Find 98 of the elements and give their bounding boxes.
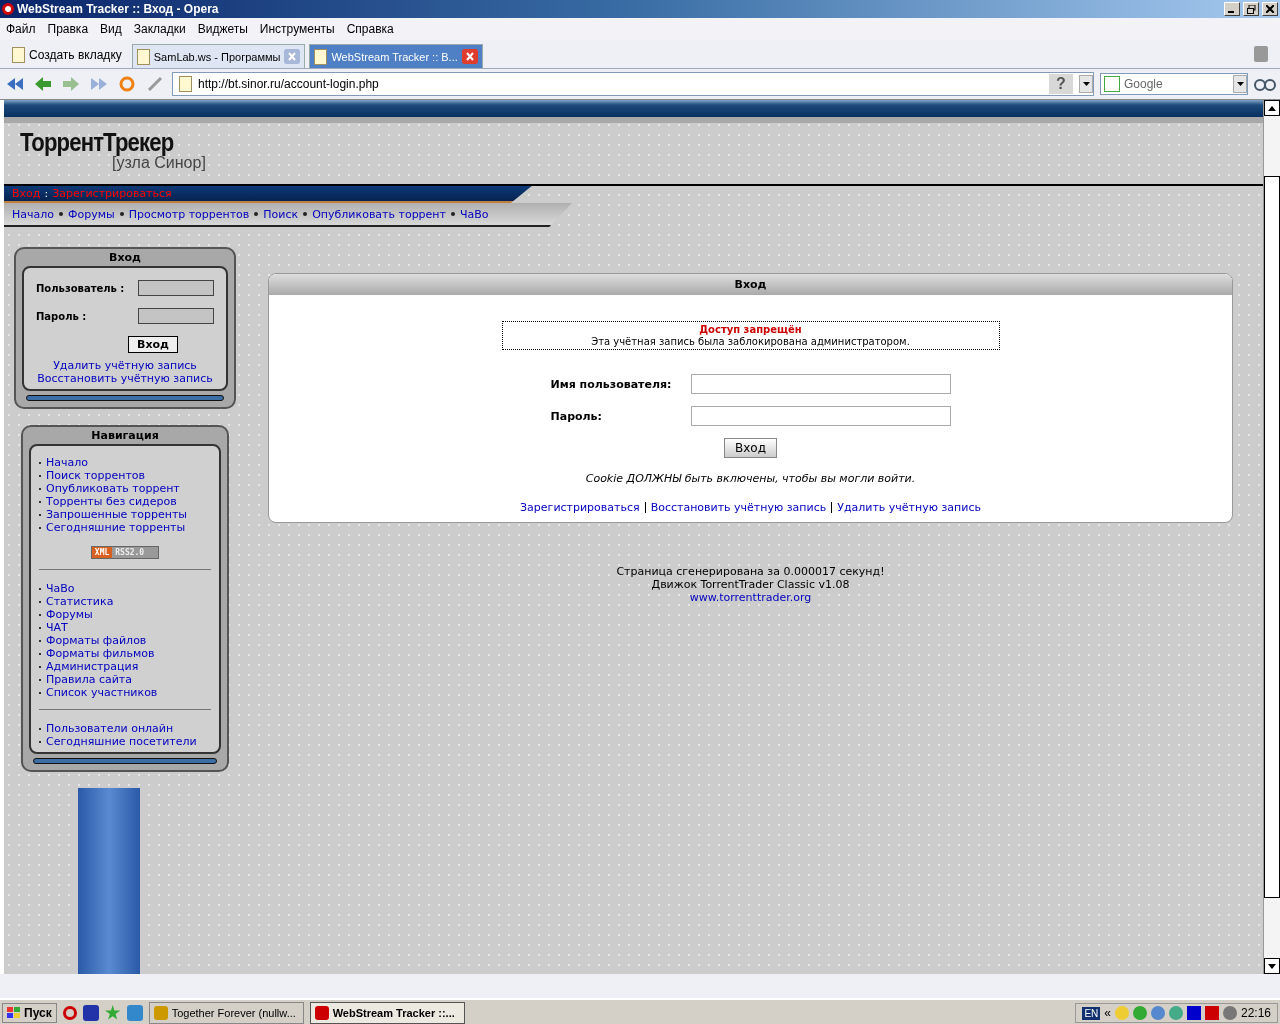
rss-badge[interactable]: XML RSS2.0: [90, 546, 160, 559]
nav-link[interactable]: Пользователи онлайн: [46, 722, 174, 735]
menu-item[interactable]: Правка: [43, 22, 97, 36]
page-icon: [136, 48, 150, 65]
down-arrow-icon: [1268, 963, 1276, 969]
flag-icon: [7, 1007, 21, 1019]
caret-icon: [1236, 82, 1244, 86]
nav-link[interactable]: Опубликовать торрент: [312, 207, 446, 221]
restore-button[interactable]: [1243, 2, 1259, 16]
password-field[interactable]: [138, 308, 214, 324]
bullet-icon: [303, 212, 308, 217]
close-tab-icon[interactable]: [461, 49, 478, 64]
app-icon: [314, 1006, 329, 1020]
nav-link[interactable]: Просмотр торрентов: [128, 207, 250, 221]
new-tab-button[interactable]: Создать вкладку: [6, 42, 128, 68]
menu-item[interactable]: Справка: [342, 22, 402, 36]
bullet-icon: [119, 212, 124, 217]
field-label: Пароль:: [550, 409, 603, 423]
menu-item[interactable]: Вид: [96, 22, 130, 36]
nav-link[interactable]: Статистика: [46, 595, 114, 608]
account-link[interactable]: Зарегистрироваться: [520, 501, 640, 514]
footer-text: Страница сгенерирована за 0.000017 секунд!: [616, 565, 885, 578]
account-link[interactable]: Восстановить учётную запись: [650, 501, 827, 514]
nav-link[interactable]: Форумы: [46, 608, 93, 621]
field-label: Имя пользователя:: [550, 377, 673, 391]
dropdown-button[interactable]: [1079, 75, 1093, 93]
browser-tab[interactable]: SamLab.ws - Программы: [131, 44, 306, 68]
taskbar-button[interactable]: Together Forever (nullw...: [148, 1002, 304, 1024]
browser-tab[interactable]: WebStream Tracker :: В...: [309, 44, 483, 68]
nav-link[interactable]: Правила сайта: [46, 673, 132, 686]
account-link[interactable]: Удалить учётную запись: [837, 501, 981, 514]
minimize-button[interactable]: [1224, 2, 1240, 16]
account-link[interactable]: Восстановить учётную запись: [37, 372, 213, 385]
clock: 22:16: [1240, 1006, 1271, 1020]
nav-link[interactable]: Торренты без сидеров: [46, 495, 177, 508]
nav-link[interactable]: Сегодняшние посетители: [46, 735, 197, 748]
caret-icon: [1082, 82, 1090, 86]
scroll-down-button[interactable]: [1264, 958, 1280, 974]
nav-link[interactable]: Опубликовать торрент: [46, 482, 180, 495]
close-tab-icon[interactable]: [284, 49, 301, 64]
field-label: Пароль :: [36, 310, 87, 322]
restore-icon: [1246, 4, 1256, 14]
password-field[interactable]: [690, 406, 951, 426]
account-link[interactable]: Удалить учётную запись: [53, 359, 197, 372]
window-title: WebStream Tracker :: Вход - Opera: [17, 2, 220, 16]
panel-title: Вход: [269, 274, 1232, 295]
login-button[interactable]: Вход: [128, 336, 178, 353]
nav-link[interactable]: ЧАТ: [46, 621, 68, 634]
page-icon: [12, 47, 25, 63]
nav-link[interactable]: ЧаВо: [46, 582, 75, 595]
help-button[interactable]: ?: [1049, 74, 1073, 94]
menu-item[interactable]: Инструменты: [255, 22, 343, 36]
menu-item[interactable]: Виджеты: [193, 22, 256, 36]
footer-link[interactable]: www.torrenttrader.org: [689, 591, 812, 604]
cookie-note: Cookie ДОЛЖНЫ быть включены, чтобы вы могли войти.: [585, 472, 916, 485]
error-title: Доступ запрещён: [698, 324, 803, 336]
scrollbar-thumb[interactable]: [1264, 176, 1280, 898]
scrollbar[interactable]: [1263, 100, 1280, 974]
taskbar-button[interactable]: WebStream Tracker ::...: [309, 1002, 465, 1024]
box-title: Вход: [108, 250, 142, 266]
error-text: Эта учётная запись была заблокирована администратором.: [590, 336, 911, 348]
up-arrow-icon: [1268, 105, 1276, 111]
username-field[interactable]: [690, 374, 951, 394]
bullet-icon: [450, 212, 455, 217]
nav-link[interactable]: Форумы: [68, 207, 115, 221]
menu-item[interactable]: Закладки: [129, 22, 194, 36]
nav-link[interactable]: Список участников: [46, 686, 158, 699]
scroll-up-button[interactable]: [1264, 100, 1280, 116]
search-field[interactable]: Google: [1100, 73, 1248, 95]
nav-link[interactable]: Поиск торрентов: [46, 469, 146, 482]
expand-tray-button[interactable]: «: [1104, 1006, 1111, 1020]
page-icon: [314, 48, 328, 65]
page-icon: [179, 76, 192, 92]
nav-link[interactable]: Сегодняшние торренты: [46, 521, 186, 534]
close-button[interactable]: [1262, 2, 1278, 16]
footer-text: Движок TorrentTrader Classic v1.08: [651, 578, 850, 591]
box-title: Навигация: [90, 428, 160, 444]
nav-link[interactable]: Форматы фильмов: [46, 647, 155, 660]
dropdown-button[interactable]: [1233, 75, 1247, 93]
menu-item[interactable]: Файл: [2, 22, 44, 36]
language-indicator[interactable]: EN: [1082, 1006, 1101, 1020]
nav-link[interactable]: Запрошенные торренты: [46, 508, 188, 521]
bullet-icon: [59, 212, 63, 217]
close-icon: [1266, 5, 1274, 13]
bullet-icon: [254, 212, 259, 217]
nav-link[interactable]: Начало: [12, 207, 54, 221]
separator: :: [44, 186, 49, 200]
nav-link[interactable]: Начало: [46, 456, 88, 469]
start-button[interactable]: Пуск: [2, 1003, 57, 1023]
username-field[interactable]: [138, 280, 214, 296]
nav-link[interactable]: Администрация: [46, 660, 139, 673]
app-icon: [153, 1006, 168, 1020]
nav-link[interactable]: Форматы файлов: [46, 634, 147, 647]
address-field[interactable]: http://bt.sinor.ru/account-login.php ?: [172, 72, 1094, 96]
field-label: Пользователь :: [36, 282, 125, 294]
nav-link[interactable]: Поиск: [263, 207, 299, 221]
nav-link[interactable]: ЧаВо: [459, 207, 489, 221]
login-button[interactable]: Вход: [724, 438, 777, 458]
